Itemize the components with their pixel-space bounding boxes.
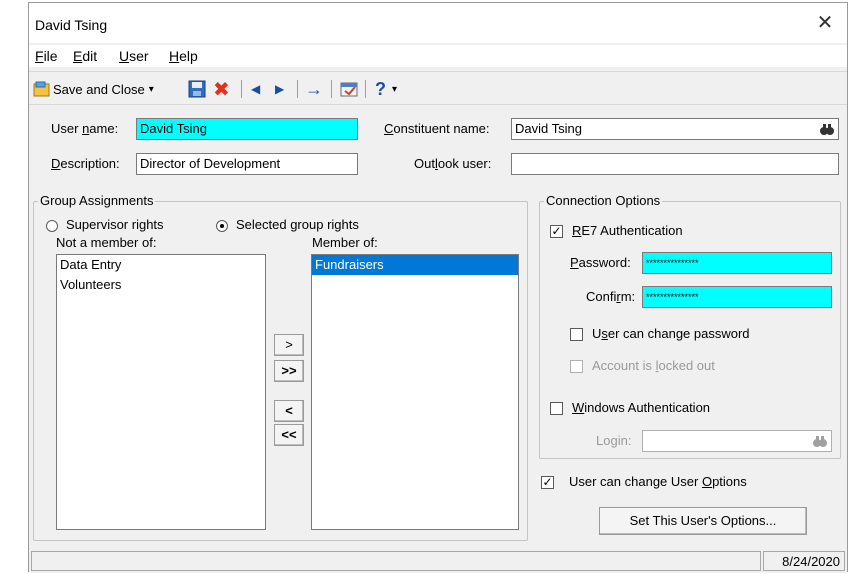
user-can-change-options-checkbox[interactable]: ✓ bbox=[541, 476, 554, 489]
toolbar: Save and Close ▾ ✖ ◀ ▶ → ? ▾ bbox=[29, 71, 847, 105]
toolbar-separator bbox=[297, 80, 298, 98]
re7-authentication-checkbox[interactable]: ✓ bbox=[550, 225, 563, 238]
move-all-left-button[interactable]: << bbox=[274, 424, 304, 446]
properties-button[interactable] bbox=[339, 77, 359, 101]
delete-icon[interactable]: ✖ bbox=[213, 77, 230, 101]
confirm-password-field[interactable]: *************** bbox=[642, 286, 832, 308]
not-member-list[interactable]: Data Entry Volunteers bbox=[56, 254, 266, 530]
account-locked-checkbox bbox=[570, 360, 583, 373]
connection-options-title: Connection Options bbox=[544, 193, 663, 208]
selected-group-rights-label: Selected group rights bbox=[236, 217, 359, 232]
user-name-field[interactable]: David Tsing bbox=[136, 118, 358, 140]
toolbar-separator bbox=[331, 80, 332, 98]
close-icon[interactable]: ✕ bbox=[813, 11, 837, 35]
list-item[interactable]: Fundraisers bbox=[312, 255, 518, 275]
not-member-label: Not a member of: bbox=[56, 235, 157, 250]
save-close-label: Save and Close bbox=[53, 81, 145, 97]
save-close-icon bbox=[33, 81, 50, 97]
toolbar-separator bbox=[365, 80, 366, 98]
floppy-disk-icon bbox=[188, 80, 206, 98]
member-label: Member of: bbox=[312, 235, 378, 250]
save-button[interactable] bbox=[187, 77, 207, 101]
help-dropdown-icon[interactable]: ▾ bbox=[392, 84, 397, 95]
supervisor-rights-label: Supervisor rights bbox=[66, 217, 164, 232]
goto-arrow-icon[interactable]: → bbox=[305, 77, 323, 101]
save-and-close-button[interactable]: Save and Close ▾ bbox=[33, 77, 154, 101]
menu-edit[interactable]: Edit bbox=[73, 48, 97, 64]
help-glyph: ? bbox=[375, 78, 386, 99]
user-name-label: User name: bbox=[51, 121, 119, 136]
windows-authentication-label: Windows Authentication bbox=[572, 400, 711, 415]
move-all-right-button[interactable]: >> bbox=[274, 360, 304, 382]
constituent-name-value: David Tsing bbox=[515, 121, 582, 136]
menu-file[interactable]: File bbox=[35, 48, 58, 64]
previous-icon[interactable]: ◀ bbox=[251, 77, 260, 101]
status-pane-main bbox=[31, 551, 761, 571]
outlook-user-label: Outlook user: bbox=[414, 156, 492, 171]
windows-authentication-checkbox[interactable] bbox=[550, 402, 563, 415]
binoculars-icon[interactable] bbox=[819, 121, 835, 137]
set-user-options-button[interactable]: Set This User's Options... bbox=[599, 507, 807, 535]
next-icon[interactable]: ▶ bbox=[275, 77, 284, 101]
selected-group-rights-radio[interactable] bbox=[216, 220, 228, 232]
password-field[interactable]: *************** bbox=[642, 252, 832, 274]
outlook-user-field[interactable] bbox=[511, 153, 839, 175]
properties-icon bbox=[340, 82, 358, 97]
window-title: David Tsing bbox=[35, 17, 108, 33]
connection-options-box: Connection Options ✓ RE7 Authentication … bbox=[539, 193, 841, 459]
description-field[interactable]: Director of Development bbox=[136, 153, 358, 175]
toolbar-separator bbox=[241, 80, 242, 98]
supervisor-rights-radio[interactable] bbox=[46, 220, 58, 232]
title-bar: David Tsing ✕ bbox=[29, 3, 847, 43]
list-item[interactable]: Data Entry bbox=[57, 255, 265, 275]
menu-user[interactable]: User bbox=[119, 48, 149, 64]
status-date: 8/24/2020 bbox=[763, 551, 845, 571]
menu-bar: File Edit User Help bbox=[29, 45, 847, 67]
confirm-label: Confirm: bbox=[586, 289, 636, 304]
group-assignments-box: Group Assignments Supervisor rights Sele… bbox=[33, 193, 528, 541]
user-can-change-options-label: User can change User Options bbox=[569, 474, 747, 489]
constituent-name-label: Constituent name: bbox=[384, 121, 490, 136]
binoculars-icon bbox=[813, 436, 827, 447]
user-dialog-window: David Tsing ✕ File Edit User Help Save a… bbox=[28, 2, 848, 573]
login-label: Login: bbox=[596, 433, 632, 448]
move-right-button[interactable]: > bbox=[274, 334, 304, 356]
re7-authentication-label: RE7 Authentication bbox=[572, 223, 683, 238]
constituent-name-field[interactable]: David Tsing bbox=[511, 118, 839, 140]
account-locked-label: Account is locked out bbox=[592, 358, 715, 373]
login-field bbox=[642, 430, 832, 452]
user-can-change-password-checkbox[interactable] bbox=[570, 328, 583, 341]
help-icon[interactable]: ? ▾ bbox=[375, 77, 397, 101]
save-close-dropdown-icon[interactable]: ▾ bbox=[149, 84, 154, 95]
menu-help[interactable]: Help bbox=[169, 48, 198, 64]
group-assignments-title: Group Assignments bbox=[38, 193, 156, 208]
status-bar: 8/24/2020 bbox=[29, 549, 847, 573]
user-can-change-password-label: User can change password bbox=[592, 326, 750, 341]
member-list[interactable]: Fundraisers bbox=[311, 254, 519, 530]
move-left-button[interactable]: < bbox=[274, 400, 304, 422]
description-label: Description: bbox=[51, 156, 120, 171]
password-label: Password: bbox=[570, 255, 631, 270]
list-item[interactable]: Volunteers bbox=[57, 275, 265, 295]
